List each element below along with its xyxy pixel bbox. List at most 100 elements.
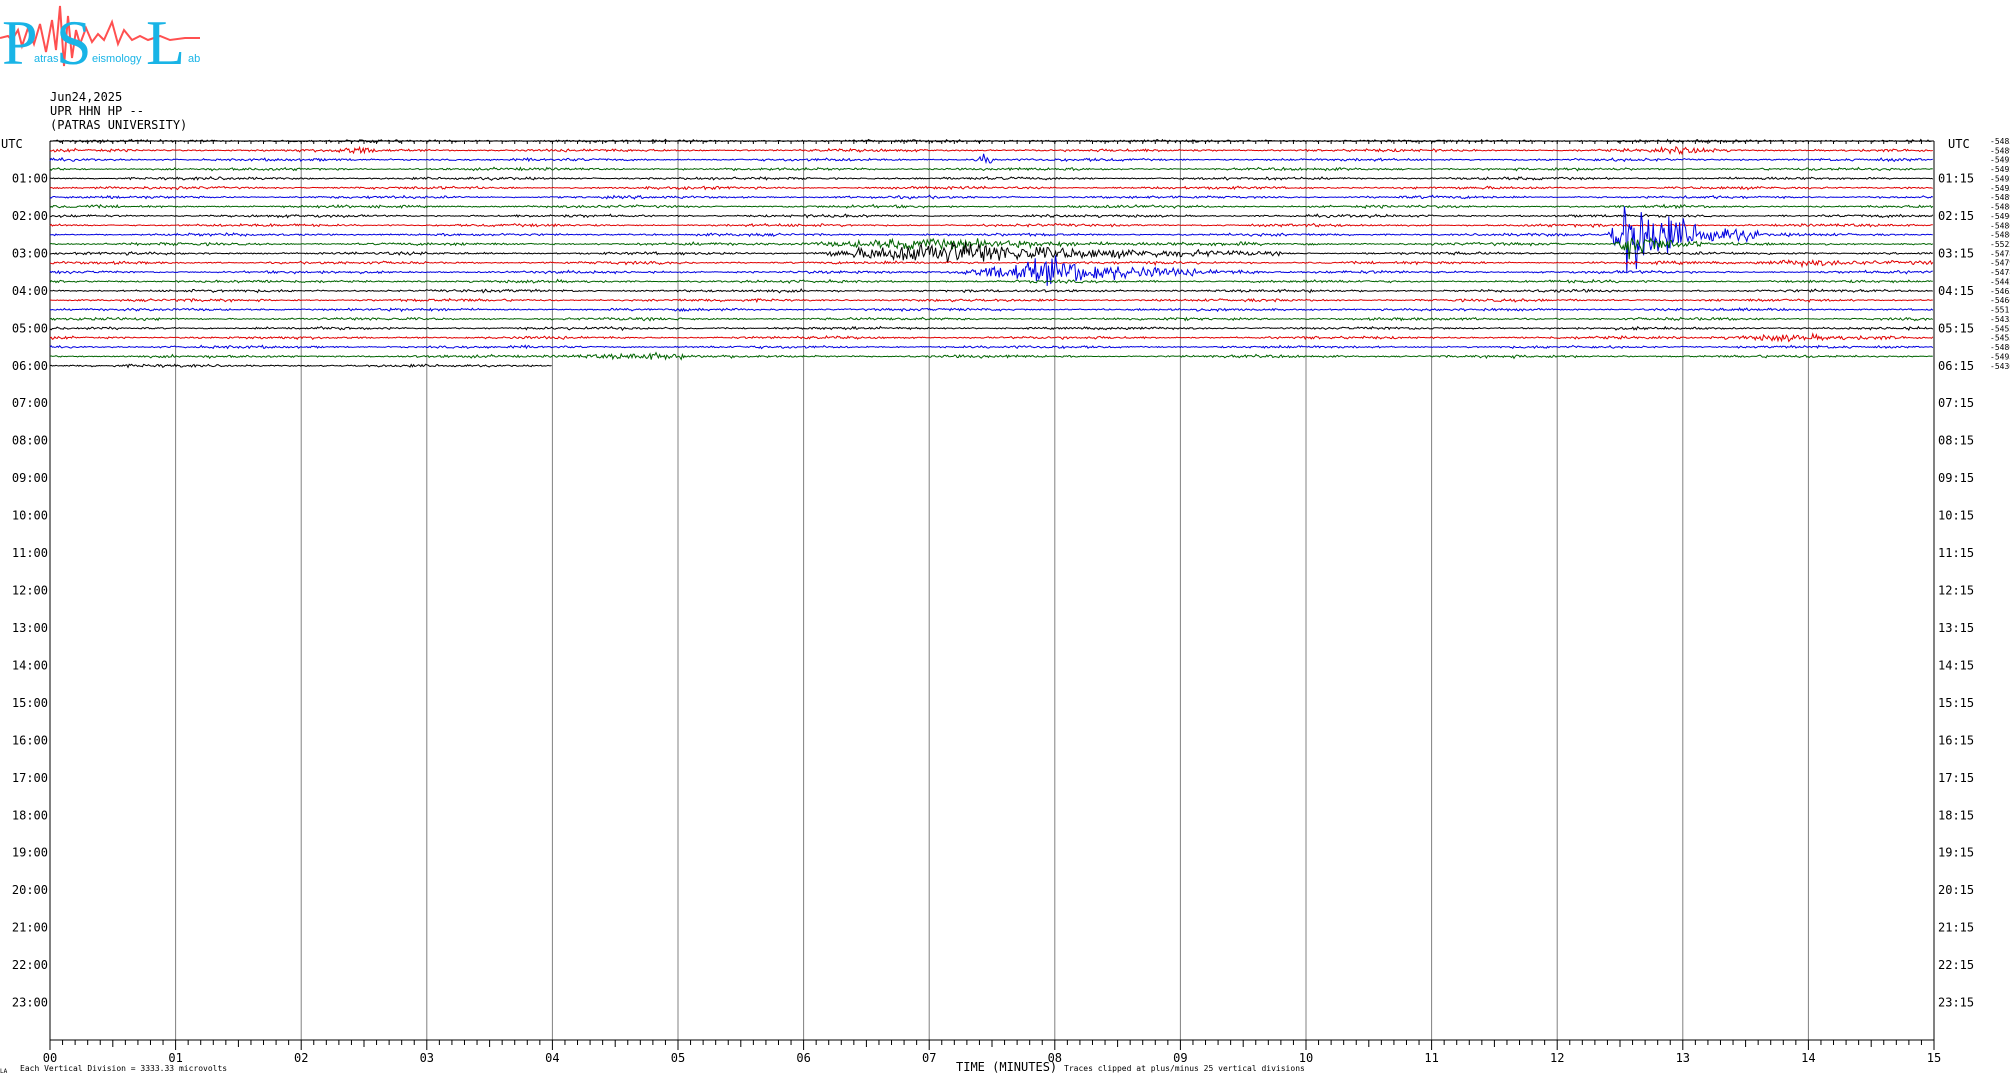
left-hour-label: 18:00 <box>12 808 48 822</box>
x-tick-label: 04 <box>545 1051 559 1065</box>
left-hour-label: 20:00 <box>12 883 48 897</box>
trace-offset-label: -5492 <box>1990 174 2010 183</box>
right-hour-label: 05:15 <box>1938 321 1974 335</box>
x-tick-label: 12 <box>1550 1051 1564 1065</box>
left-hour-label: 03:00 <box>12 246 48 260</box>
right-hour-label: 11:15 <box>1938 546 1974 560</box>
x-tick-label: 10 <box>1299 1051 1313 1065</box>
left-hour-label: 02:00 <box>12 209 48 223</box>
left-hour-label: 22:00 <box>12 958 48 972</box>
seismic-trace-0 <box>49 138 1933 144</box>
seismic-trace-7 <box>49 203 1934 210</box>
trace-offset-label: -5460 <box>1990 296 2010 305</box>
x-tick-label: 11 <box>1424 1051 1438 1065</box>
left-hour-label: 01:00 <box>12 171 48 185</box>
left-hour-label: 11:00 <box>12 546 48 560</box>
trace-offset-label: -5486 <box>1990 203 2010 212</box>
seismic-trace-13 <box>49 258 1934 269</box>
trace-offset-label: -5495 <box>1990 352 2010 361</box>
helicorder-plot: 00 01 02 03 04 05 06 07 08 09 10 11 12 13 14 15UTC UTC01… <box>1 137 2010 1065</box>
right-hour-label: 17:15 <box>1938 771 1974 785</box>
trace-offset-label: -5511 <box>1990 306 2010 315</box>
x-tick-label: 15 <box>1927 1051 1941 1065</box>
right-hour-label: 20:15 <box>1938 883 1974 897</box>
right-hour-label: 23:15 <box>1938 996 1974 1010</box>
left-hour-label: 12:00 <box>12 584 48 598</box>
trace-offset-label: -5465 <box>1990 287 2010 296</box>
left-hour-label: 16:00 <box>12 733 48 747</box>
seismic-trace-15 <box>49 278 1933 284</box>
left-hour-label: 14:00 <box>12 658 48 672</box>
division-note: Each Vertical Division = 3333.33 microvo… <box>20 1064 228 1073</box>
right-hour-label: 22:15 <box>1938 958 1974 972</box>
seismic-trace-19 <box>49 316 1934 322</box>
trace-offset-label: -5493 <box>1990 184 2010 193</box>
left-hour-label: 10:00 <box>12 509 48 523</box>
seismic-trace-21 <box>49 332 1934 343</box>
trace-offset-label: -5492 <box>1990 156 2010 165</box>
left-hour-label: 06:00 <box>12 359 48 373</box>
seismic-trace-16 <box>50 288 1933 294</box>
right-hour-label: 13:15 <box>1938 621 1974 635</box>
seismic-trace-18 <box>49 306 1934 313</box>
left-hour-label: 17:00 <box>12 771 48 785</box>
x-tick-label: 01 <box>168 1051 182 1065</box>
trace-offset-label: -5486 <box>1990 221 2010 230</box>
seismic-trace-23 <box>49 351 1933 361</box>
seismic-trace-1 <box>49 145 1933 156</box>
trace-offset-label: -5478 <box>1990 268 2010 277</box>
seismic-trace-2 <box>49 153 1933 165</box>
left-hour-label: 07:00 <box>12 396 48 410</box>
trace-offset-label: -5435 <box>1990 315 2010 324</box>
right-hour-label: 18:15 <box>1938 808 1974 822</box>
seismic-trace-8 <box>49 213 1934 219</box>
seismic-trace-4 <box>49 176 1934 181</box>
right-hour-label: 10:15 <box>1938 509 1974 523</box>
trace-offset-label: -5489 <box>1990 193 2010 202</box>
x-tick-label: 07 <box>922 1051 936 1065</box>
trace-offset-label: -5522 <box>1990 240 2010 249</box>
right-hour-label: 03:15 <box>1938 246 1974 260</box>
right-axis-title: UTC <box>1948 137 1970 151</box>
x-tick-label: 03 <box>420 1051 434 1065</box>
left-hour-label: 09:00 <box>12 471 48 485</box>
right-hour-label: 06:15 <box>1938 359 1974 373</box>
right-hour-label: 02:15 <box>1938 209 1974 223</box>
trace-offset-label: -5455 <box>1990 334 2010 343</box>
trace-offset-label: -5478 <box>1990 249 2010 258</box>
left-hour-label: 04:00 <box>12 284 48 298</box>
trace-offset-label: -5480 <box>1990 231 2010 240</box>
x-tick-label: 05 <box>671 1051 685 1065</box>
seismic-trace-5 <box>49 185 1933 191</box>
trace-offset-label: -5489 <box>1990 146 2010 155</box>
right-hour-label: 07:15 <box>1938 396 1974 410</box>
left-axis-title: UTC <box>1 137 23 151</box>
corner-mark: LA <box>0 1068 8 1075</box>
right-hour-label: 14:15 <box>1938 658 1974 672</box>
trace-offset-label: -5452 <box>1990 324 2010 333</box>
right-hour-label: 09:15 <box>1938 471 1974 485</box>
right-hour-label: 04:15 <box>1938 284 1974 298</box>
trace-offset-label: -5485 <box>1990 137 2010 146</box>
x-tick-label: 02 <box>294 1051 308 1065</box>
trace-offset-label: -5492 <box>1990 165 2010 174</box>
right-hour-label: 12:15 <box>1938 584 1974 598</box>
x-tick-label: 14 <box>1801 1051 1815 1065</box>
clip-note: Traces clipped at plus/minus 25 vertical… <box>1064 1064 1305 1073</box>
trace-offset-label: -5442 <box>1990 277 2010 286</box>
seismic-trace-3 <box>49 166 1933 172</box>
left-hour-label: 23:00 <box>12 996 48 1010</box>
left-hour-label: 15:00 <box>12 696 48 710</box>
right-hour-label: 15:15 <box>1938 696 1974 710</box>
seismic-trace-17 <box>49 297 1933 304</box>
right-hour-label: 01:15 <box>1938 171 1974 185</box>
trace-offset-label: -5490 <box>1990 212 2010 221</box>
x-tick-label: 06 <box>796 1051 810 1065</box>
right-hour-label: 08:15 <box>1938 434 1974 448</box>
seismic-trace-9 <box>49 222 1933 228</box>
seismic-trace-6 <box>49 194 1933 200</box>
x-tick-label: 00 <box>43 1051 57 1065</box>
seismic-trace-20 <box>49 325 1934 332</box>
left-hour-label: 08:00 <box>12 434 48 448</box>
trace-offset-label: -5479 <box>1990 259 2010 268</box>
